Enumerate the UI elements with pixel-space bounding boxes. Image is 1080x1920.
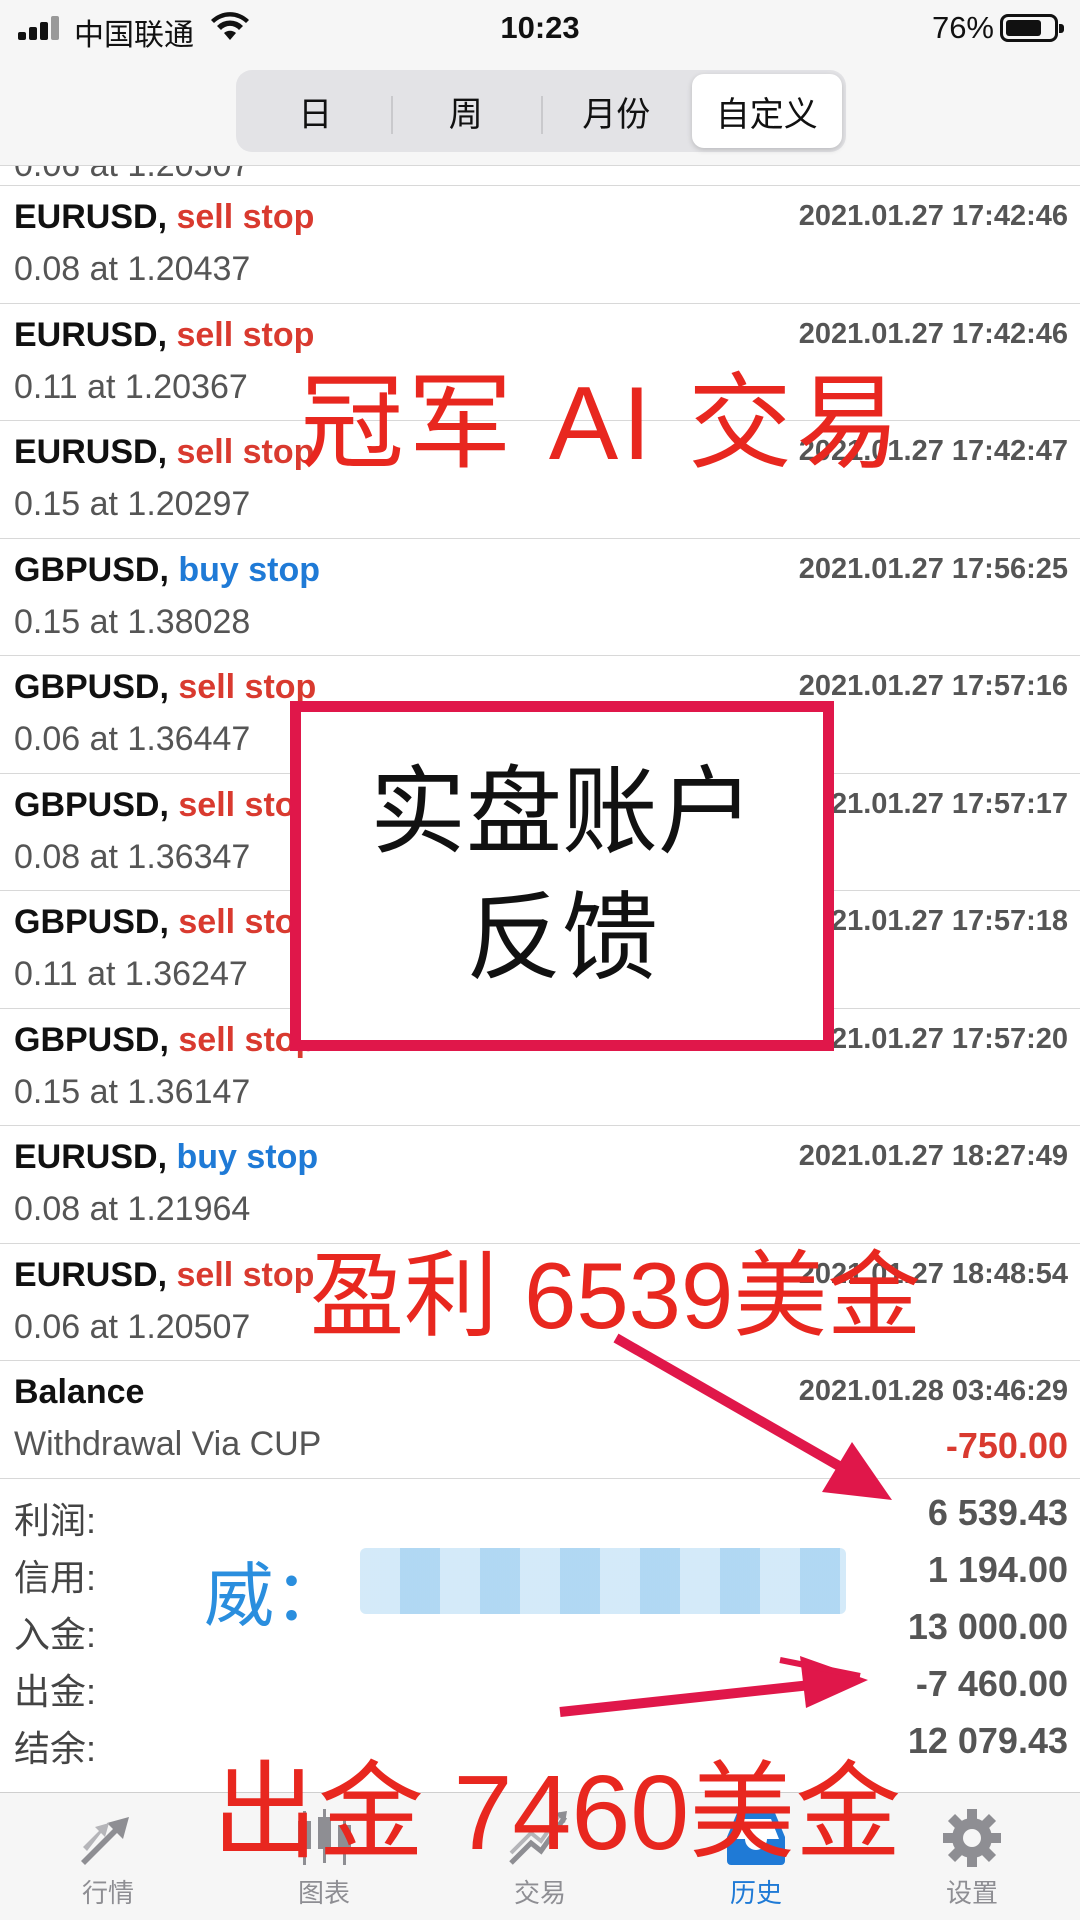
partial-detail: 0.06 at 1.20507	[14, 166, 250, 185]
period-segmented-control: 日 周 月份 自定义	[236, 70, 846, 152]
overlay-title: 冠军 AI 交易	[300, 366, 905, 482]
row-order-type: buy stop	[178, 550, 321, 589]
row-detail: 0.06 at 1.20507	[14, 1307, 251, 1346]
blurred-contact-id	[360, 1548, 846, 1614]
battery-icon	[1000, 14, 1064, 42]
overlay-withdrawal: 出金 7460美金	[212, 1754, 902, 1872]
status-bar: 中国联通 10:23 76%	[0, 0, 1080, 56]
row-symbol: GBPUSD,	[14, 550, 169, 589]
row-detail: 0.15 at 1.20297	[14, 485, 251, 523]
row-symbol: EURUSD,	[14, 315, 168, 354]
summary-label: 结余:	[14, 1728, 97, 1769]
balance-label: Balance	[14, 1373, 145, 1411]
summary-value: 12 079.43	[907, 1720, 1068, 1761]
row-time: 2021.01.27 18:27:49	[798, 1140, 1068, 1172]
partial-list-item[interactable]: 0.06 at 1.20507	[0, 166, 1080, 186]
tab-label: 行情	[81, 1878, 134, 1908]
row-symbol: EURUSD,	[14, 1255, 168, 1294]
overlay-box-line1: 实盘账户	[370, 759, 754, 866]
overlay-contact: 威：	[204, 1557, 344, 1635]
table-row[interactable]: GBPUSD, buy stop 2021.01.27 17:56:25 0.1…	[0, 539, 1080, 656]
battery-fill	[1006, 20, 1041, 36]
row-order-type: sell stop	[176, 315, 315, 354]
table-row[interactable]: EURUSD, sell stop 2021.01.27 17:42:46 0.…	[0, 186, 1080, 304]
row-detail: 0.11 at 1.36247	[14, 955, 248, 993]
row-detail: 0.15 at 1.36147	[14, 1072, 251, 1111]
gear-icon	[943, 1809, 1001, 1867]
row-detail: Withdrawal Via CUP	[14, 1425, 322, 1463]
row-order-type: sell stop	[176, 1255, 315, 1294]
row-symbol: EURUSD,	[14, 1138, 168, 1176]
period-filter-bar: 日 周 月份 自定义	[0, 56, 1080, 166]
summary-value: 1 194.00	[927, 1549, 1068, 1590]
summary-value: 6 539.43	[927, 1492, 1068, 1533]
segment-week[interactable]: 周	[390, 74, 542, 148]
row-detail: 0.08 at 1.36347	[14, 837, 251, 876]
battery-percent: 76%	[931, 10, 994, 45]
row-symbol: EURUSD,	[14, 433, 168, 471]
segment-custom[interactable]: 自定义	[691, 74, 842, 148]
overlay-box: 实盘账户 反馈	[290, 701, 834, 1051]
overlay-profit: 盈利 6539美金	[310, 1243, 922, 1348]
summary-label: 入金:	[14, 1614, 97, 1655]
row-time: 2021.01.27 17:57:18	[798, 905, 1068, 937]
summary-label: 出金:	[14, 1671, 97, 1712]
row-time: 2021.01.27 17:57:20	[798, 1022, 1068, 1055]
row-time: 2021.01.28 03:46:29	[798, 1375, 1068, 1407]
row-order-type: sell stop	[176, 433, 315, 471]
summary-value: 13 000.00	[907, 1606, 1068, 1647]
tab-quotes[interactable]: 行情	[0, 1793, 216, 1920]
summary-value: -7 460.00	[915, 1663, 1068, 1704]
row-symbol: GBPUSD,	[14, 903, 169, 941]
row-time: 2021.01.27 17:57:17	[798, 787, 1068, 820]
quotes-arrows-icon	[81, 1817, 129, 1865]
summary-label: 信用:	[14, 1557, 97, 1598]
row-order-type: buy stop	[176, 1138, 319, 1176]
overlay-box-line2: 反馈	[466, 885, 658, 992]
row-symbol: GBPUSD,	[14, 785, 169, 824]
row-time: 2021.01.27 17:42:46	[798, 200, 1068, 232]
summary-withdrawal: 出金: -7 460.00	[0, 1655, 1080, 1712]
row-detail: 0.15 at 1.38028	[14, 602, 251, 641]
row-symbol: GBPUSD,	[14, 668, 169, 706]
row-symbol: GBPUSD,	[14, 1020, 169, 1059]
row-detail: 0.08 at 1.21964	[14, 1190, 251, 1228]
row-order-type: sell stop	[176, 198, 315, 236]
balance-row[interactable]: Balance 2021.01.28 03:46:29 Withdrawal V…	[0, 1361, 1080, 1479]
segment-month[interactable]: 月份	[541, 74, 692, 148]
segment-day[interactable]: 日	[240, 74, 391, 148]
row-symbol: EURUSD,	[14, 198, 168, 236]
row-time: 2021.01.27 17:57:16	[798, 670, 1068, 702]
row-detail: 0.08 at 1.20437	[14, 250, 251, 288]
clock-time: 10:23	[500, 10, 580, 45]
row-detail: 0.11 at 1.20367	[14, 367, 248, 406]
row-time: 2021.01.27 17:56:25	[798, 552, 1068, 585]
row-amount: -750.00	[945, 1425, 1068, 1466]
row-detail: 0.06 at 1.36447	[14, 720, 251, 758]
summary-label: 利润:	[14, 1500, 97, 1541]
summary-profit: 利润: 6 539.43	[0, 1484, 1080, 1541]
